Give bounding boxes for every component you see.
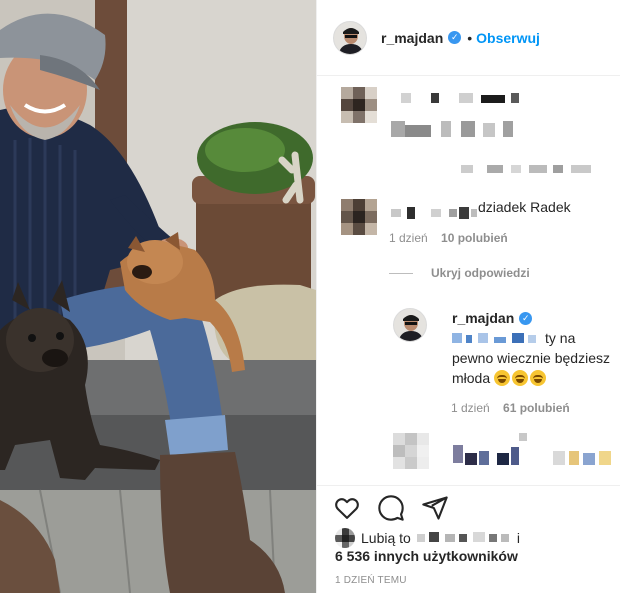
comment-avatar-censored[interactable] bbox=[341, 87, 377, 123]
comment-author-censored bbox=[391, 207, 481, 221]
verified-badge-icon: ✓ bbox=[448, 31, 462, 44]
header-separator: • bbox=[467, 29, 473, 46]
likes-count[interactable]: 6 536 innych użytkowników bbox=[335, 548, 518, 564]
hide-replies-line bbox=[389, 272, 413, 274]
comment-icon[interactable] bbox=[377, 494, 405, 522]
comments-list: dziadek Radek 1 dzień 10 polubień Ukryj … bbox=[317, 77, 620, 485]
action-bar bbox=[333, 494, 449, 522]
profile-avatar[interactable] bbox=[333, 20, 367, 55]
post-footer: Lubią to i 6 536 innych użytkowników 1 D… bbox=[317, 485, 620, 593]
liked-by-prefix: Lubią to bbox=[361, 530, 411, 546]
comment-time[interactable]: 1 dzień bbox=[389, 231, 428, 245]
profile-username[interactable]: r_majdan bbox=[381, 30, 443, 46]
comment-likes[interactable]: 10 polubień bbox=[441, 231, 508, 245]
liked-by-suffix: i bbox=[516, 530, 520, 546]
laughing-emoji-icon bbox=[530, 370, 547, 386]
liked-by-avatar[interactable] bbox=[335, 528, 355, 548]
share-icon[interactable] bbox=[421, 494, 449, 522]
post-photo[interactable] bbox=[0, 0, 316, 593]
reply-author: r_majdan ✓ bbox=[452, 310, 533, 326]
laughing-emoji-icon bbox=[494, 370, 511, 386]
comment-text: dziadek Radek bbox=[478, 199, 571, 215]
post-sidebar: r_majdan ✓ • Obserwuj dziadek Radek 1 dz… bbox=[316, 0, 620, 593]
liked-by-row: Lubią to i bbox=[335, 528, 520, 548]
reply-text: ty na pewno wiecznie będziesz młoda bbox=[452, 328, 617, 388]
post-timestamp[interactable]: 1 DZIEŃ TEMU bbox=[335, 575, 407, 586]
reply-text-part1: ty na bbox=[545, 330, 576, 346]
verified-badge-icon: ✓ bbox=[519, 311, 533, 325]
avatar-image bbox=[334, 21, 366, 54]
heart-icon[interactable] bbox=[333, 494, 361, 522]
follow-button[interactable]: Obserwuj bbox=[476, 30, 540, 46]
hide-replies-label: Ukryj odpowiedzi bbox=[431, 266, 530, 280]
laughing-emoji-icon bbox=[512, 370, 529, 386]
post-photo-illustration bbox=[0, 0, 316, 593]
hide-replies-button[interactable]: Ukryj odpowiedzi bbox=[389, 266, 530, 280]
comment-text-censored bbox=[391, 91, 601, 191]
reply-avatar[interactable] bbox=[393, 308, 427, 342]
reply-time[interactable]: 1 dzień bbox=[451, 401, 490, 415]
comment-text-censored bbox=[453, 433, 618, 473]
comment-avatar-censored[interactable] bbox=[341, 199, 377, 235]
reply-likes[interactable]: 61 polubień bbox=[503, 401, 570, 415]
liked-by-avatar-censored bbox=[335, 528, 355, 548]
post-header: r_majdan ✓ • Obserwuj bbox=[317, 0, 620, 76]
avatar-image bbox=[394, 309, 426, 341]
liked-by-username-censored[interactable] bbox=[415, 532, 513, 544]
comment-avatar-censored[interactable] bbox=[393, 433, 429, 469]
reply-meta: 1 dzień 61 polubień bbox=[451, 401, 570, 415]
comment-meta: 1 dzień 10 polubień bbox=[389, 231, 508, 245]
reply-username[interactable]: r_majdan bbox=[452, 310, 514, 326]
